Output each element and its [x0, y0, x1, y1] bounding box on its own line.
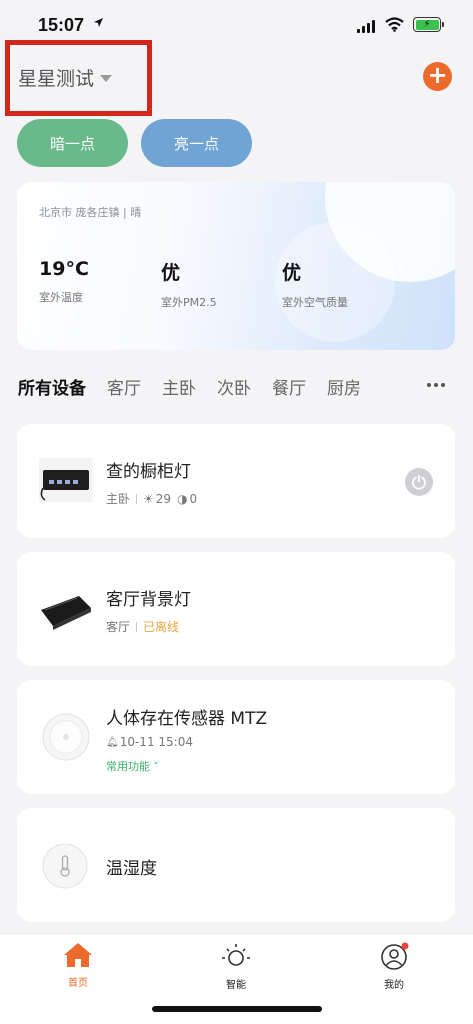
- device-room: 客厅: [106, 620, 131, 634]
- controller-device-image: [39, 458, 93, 502]
- home-icon: [64, 943, 92, 967]
- nav-smart-label: 智能: [226, 980, 246, 991]
- last-event-time: 10-11 15:04: [119, 735, 193, 749]
- color-temp-value: 0: [189, 491, 198, 506]
- power-icon: [412, 474, 426, 490]
- home-indicator: [152, 1006, 322, 1012]
- device-card[interactable]: 人体存在传感器 MTZ 🔔︎ 10-11 15:04 常用功能 ˅: [17, 680, 455, 794]
- pm25-value: 优: [161, 262, 181, 284]
- more-icon[interactable]: [427, 383, 445, 387]
- add-button[interactable]: +: [423, 62, 452, 91]
- quick-functions-label: 常用功能: [106, 760, 150, 773]
- tab-master-bedroom[interactable]: 主卧: [162, 374, 196, 399]
- offline-status: 已离线: [143, 620, 180, 634]
- air-quality-block: 优 室外空气质量: [282, 258, 348, 310]
- device-meta: 客厅 已离线: [106, 618, 179, 635]
- pm25-label: 室外PM2.5: [161, 296, 217, 309]
- chevron-down-icon: ˅: [150, 760, 159, 773]
- wifi-icon: [385, 17, 404, 32]
- controller-device-image: [41, 596, 91, 630]
- temperature-label: 室外温度: [39, 291, 83, 304]
- battery-icon: ⚡: [413, 17, 441, 32]
- scene-dim-button[interactable]: 暗一点: [17, 119, 128, 167]
- cellular-signal-icon: [357, 20, 375, 33]
- power-button[interactable]: [405, 468, 433, 496]
- air-quality-label: 室外空气质量: [282, 296, 348, 309]
- tab-all-devices[interactable]: 所有设备: [18, 374, 86, 399]
- device-name: 查的橱柜灯: [106, 462, 191, 482]
- color-temp-icon: ◑: [177, 491, 188, 506]
- weather-decoration: [398, 266, 404, 272]
- temperature-value: 19°C: [39, 258, 89, 280]
- device-card[interactable]: 温湿度: [17, 808, 455, 922]
- divider: [136, 493, 138, 504]
- tab-dining-room[interactable]: 餐厅: [272, 374, 306, 399]
- user-icon: [381, 942, 409, 970]
- nav-home-label: 首页: [68, 978, 88, 989]
- location-arrow-icon: [94, 18, 103, 27]
- nav-mine-label: 我的: [384, 980, 404, 991]
- tab-kitchen[interactable]: 厨房: [327, 374, 361, 399]
- battery-tip: [442, 22, 444, 27]
- device-room: 主卧: [106, 492, 131, 506]
- weather-card[interactable]: 北京市 庞各庄镇 | 晴 19°C 室外温度 优 室外PM2.5 优 室外空气质…: [17, 182, 455, 350]
- sun-icon: [222, 944, 250, 966]
- device-name: 客厅背景灯: [106, 590, 191, 610]
- brightness-value: 29: [155, 491, 172, 506]
- nav-smart[interactable]: 智能: [206, 942, 266, 991]
- temperature-block: 19°C 室外温度: [39, 258, 89, 305]
- presence-sensor-image: [42, 713, 90, 761]
- room-tabs: 所有设备 客厅 主卧 次卧 餐厅 厨房: [18, 374, 418, 400]
- weather-location: 北京市 庞各庄镇 | 晴: [39, 206, 142, 219]
- brightness-icon: ☀: [143, 491, 154, 506]
- device-card[interactable]: 客厅背景灯 客厅 已离线: [17, 552, 455, 666]
- divider: [136, 621, 138, 632]
- tab-living-room[interactable]: 客厅: [107, 374, 141, 399]
- device-card[interactable]: 查的橱柜灯 主卧 ☀ 29 ◑ 0: [17, 424, 455, 538]
- pm25-block: 优 室外PM2.5: [161, 258, 217, 310]
- nav-mine[interactable]: 我的: [364, 942, 424, 991]
- quick-functions-link[interactable]: 常用功能 ˅: [106, 758, 159, 774]
- device-name: 人体存在传感器 MTZ: [106, 709, 268, 729]
- device-meta: 主卧 ☀ 29 ◑ 0: [106, 490, 197, 507]
- status-time: 15:07: [38, 15, 85, 35]
- device-name: 温湿度: [106, 859, 157, 879]
- thermo-hygrometer-image: [42, 843, 88, 889]
- annotation-highlight-box: [5, 40, 152, 116]
- bell-icon: 🔔︎: [106, 736, 119, 748]
- air-quality-value: 优: [282, 262, 302, 284]
- scene-bright-button[interactable]: 亮一点: [141, 119, 252, 167]
- tab-second-bedroom[interactable]: 次卧: [217, 374, 251, 399]
- device-meta: 🔔︎ 10-11 15:04: [106, 735, 193, 749]
- nav-home[interactable]: 首页: [48, 942, 108, 989]
